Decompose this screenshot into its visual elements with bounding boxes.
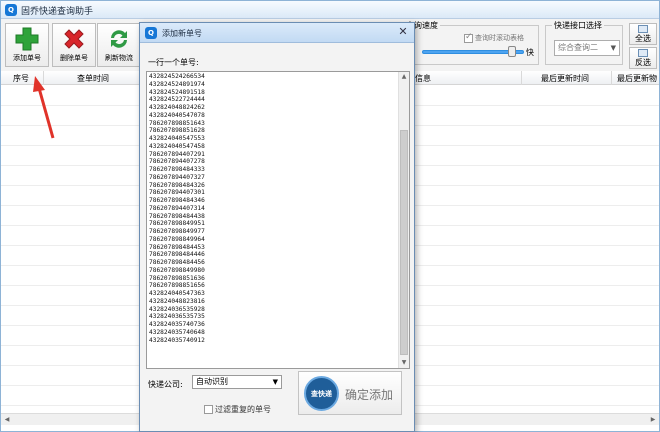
- courier-company-select[interactable]: 自动识别 ▼: [192, 375, 282, 389]
- filter-duplicates-checkbox[interactable]: [204, 405, 213, 414]
- magnifier-logo-icon: 查快递: [304, 376, 339, 411]
- tracking-number-line: 786207894407278: [149, 158, 205, 166]
- tracking-numbers-list: 432824524266534 432824524891974 4328245248…: [149, 73, 397, 344]
- tracking-number-line: 432824524891974: [149, 80, 205, 88]
- annotation-arrow-add-button: [33, 76, 55, 139]
- tracking-number-line: 786207898484333: [149, 166, 205, 173]
- app-logo-icon: Q: [145, 27, 157, 39]
- tracking-number-line: 432824035740912: [149, 336, 205, 344]
- tracking-number-line: 786207898484346: [149, 197, 205, 204]
- tracking-numbers-textarea[interactable]: 432824524266534 432824524891974 4328245248…: [146, 71, 410, 369]
- tracking-number-line: 786207898484446: [149, 251, 205, 259]
- tracking-number-line: 786207898484456: [149, 259, 205, 266]
- tracking-number-line: 786207898484326: [149, 181, 205, 189]
- tracking-number-line: 432824524266534: [149, 73, 205, 80]
- scroll-down-icon[interactable]: ▼: [399, 358, 409, 368]
- one-per-line-label: 一行一个单号:: [148, 58, 199, 67]
- courier-company-label: 快递公司:: [148, 380, 183, 389]
- chevron-down-icon: ▼: [272, 378, 278, 386]
- textarea-scroll-thumb[interactable]: [400, 130, 408, 355]
- tracking-number-line: 432824040547363: [149, 290, 205, 297]
- courier-company-value: 自动识别: [196, 377, 228, 386]
- tracking-number-line: 432824048824262: [149, 104, 205, 111]
- filter-duplicates-label: 过滤重复的单号: [215, 405, 271, 414]
- filter-duplicates-option[interactable]: 过滤重复的单号: [204, 404, 271, 415]
- confirm-add-label: 确定添加: [345, 388, 394, 402]
- tracking-number-line: 786207898851656: [149, 282, 205, 290]
- tracking-number-line: 432824035740736: [149, 321, 205, 328]
- tracking-number-line: 432824040547553: [149, 135, 205, 142]
- dialog-title: 添加新单号: [162, 29, 202, 38]
- tracking-number-line: 432824040547078: [149, 111, 205, 119]
- tracking-number-line: 786207894407291: [149, 150, 205, 158]
- tracking-number-line: 432824036535735: [149, 313, 205, 321]
- tracking-number-line: 432824040547458: [149, 142, 205, 150]
- close-icon[interactable]: ✕: [397, 26, 409, 38]
- tracking-number-line: 786207898849980: [149, 266, 205, 274]
- confirm-logo-text: 查快递: [311, 390, 332, 398]
- tracking-number-line: 786207894407301: [149, 189, 205, 197]
- tracking-number-line: 432824524891518: [149, 88, 205, 96]
- confirm-add-button[interactable]: 查快递 确定添加: [298, 371, 402, 415]
- tracking-number-line: 786207898851628: [149, 127, 205, 135]
- tracking-number-line: 786207898849964: [149, 235, 205, 243]
- tracking-number-line: 786207898851643: [149, 119, 205, 127]
- tracking-number-line: 786207894407314: [149, 204, 205, 212]
- tracking-number-line: 786207898484438: [149, 212, 205, 220]
- dialog-titlebar[interactable]: Q 添加新单号 ✕: [140, 23, 414, 43]
- tracking-number-line: 786207898849951: [149, 220, 205, 228]
- tracking-number-line: 786207898849977: [149, 228, 205, 235]
- tracking-number-line: 432824035740648: [149, 328, 205, 336]
- tracking-number-line: 786207898484453: [149, 243, 205, 251]
- tracking-number-line: 432824522724444: [149, 96, 205, 104]
- tracking-number-line: 432824048823816: [149, 297, 205, 305]
- tracking-number-line: 786207898851636: [149, 274, 205, 282]
- tracking-number-line: 786207894407327: [149, 173, 205, 181]
- add-tracking-dialog: Q 添加新单号 ✕ 一行一个单号: 432824524266534 4328245…: [139, 22, 415, 432]
- textarea-scrollbar[interactable]: ▲ ▼: [398, 72, 409, 368]
- tracking-number-line: 432824036535928: [149, 305, 205, 313]
- scroll-up-icon[interactable]: ▲: [399, 72, 409, 82]
